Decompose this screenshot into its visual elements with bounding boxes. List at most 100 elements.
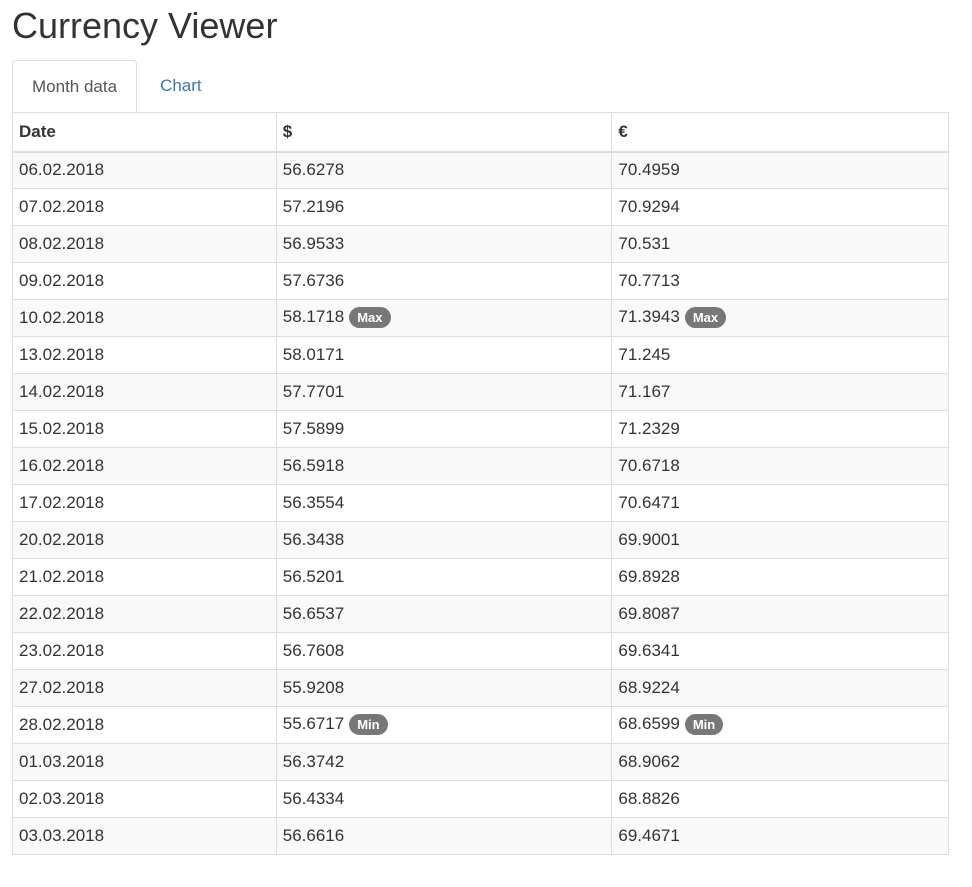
usd-cell: 57.7701 bbox=[275, 373, 613, 411]
table-body: 06.02.2018 56.6278 70.4959 07.02.2018 57.219… bbox=[12, 151, 949, 855]
eur-cell-value: 69.8928 bbox=[618, 567, 680, 586]
eur-cell: 69.8928 bbox=[611, 558, 949, 596]
eur-cell-value: 70.531 bbox=[618, 234, 671, 253]
page-title: Currency Viewer bbox=[12, 5, 278, 46]
eur-cell: 68.9224 bbox=[611, 669, 949, 707]
usd-cell-value: 56.6278 bbox=[282, 160, 345, 180]
usd-cell-value: 56.9533 bbox=[282, 234, 345, 253]
eur-cell: 69.4671 bbox=[611, 817, 949, 855]
usd-cell-value: 57.2196 bbox=[282, 197, 345, 216]
date-cell: 10.02.2018 bbox=[12, 299, 277, 337]
usd-cell: 56.5918 bbox=[275, 447, 613, 485]
eur-cell-value: 68.9224 bbox=[618, 678, 680, 697]
eur-cell: 70.4959 bbox=[611, 151, 949, 189]
eur-cell: 71.3943 Max bbox=[611, 299, 949, 337]
eur-cell: 69.8087 bbox=[611, 595, 949, 633]
eur-cell-value: 71.2329 bbox=[618, 419, 680, 438]
eur-cell: 71.167 bbox=[611, 373, 949, 411]
usd-cell-value: 56.3742 bbox=[282, 752, 345, 771]
usd-cell-value: 56.7608 bbox=[282, 641, 345, 660]
eur-cell: 70.6718 bbox=[611, 447, 949, 485]
usd-cell-value: 56.6616 bbox=[282, 826, 345, 845]
table-row: 08.02.2018 56.9533 70.531 bbox=[12, 225, 949, 263]
currency-viewer-page: Currency Viewer Month data Chart Date $ … bbox=[0, 0, 972, 887]
usd-cell: 56.6537 bbox=[275, 595, 613, 633]
usd-cell: 57.2196 bbox=[275, 188, 613, 226]
usd-cell: 58.0171 bbox=[275, 336, 613, 374]
eur-cell-value: 68.9062 bbox=[618, 752, 680, 771]
tab-month-data[interactable]: Month data bbox=[12, 60, 138, 113]
table-row: 23.02.2018 56.7608 69.6341 bbox=[12, 632, 949, 670]
usd-cell: 57.5899 bbox=[275, 410, 613, 448]
eur-cell-value: 69.8087 bbox=[618, 604, 680, 623]
date-cell: 06.02.2018 bbox=[12, 151, 277, 189]
usd-cell: 58.1718 Max bbox=[275, 299, 613, 337]
usd-cell: 56.9533 bbox=[275, 225, 613, 263]
eur-cell-value: 70.6471 bbox=[618, 493, 680, 512]
extreme-badge: Min bbox=[349, 713, 388, 735]
table-row: 20.02.2018 56.3438 69.9001 bbox=[12, 521, 949, 559]
usd-cell-value: 55.9208 bbox=[282, 678, 345, 697]
column-header-eur: € bbox=[611, 112, 949, 153]
date-cell: 22.02.2018 bbox=[12, 595, 277, 633]
currency-table: Date $ € 06.02.2018 56.6278 70.4959 07.02.2… bbox=[12, 112, 949, 855]
date-cell: 13.02.2018 bbox=[12, 336, 277, 374]
table-header-row: Date $ € bbox=[12, 112, 949, 153]
table-row: 27.02.2018 55.9208 68.9224 bbox=[12, 669, 949, 707]
usd-cell: 56.6616 bbox=[275, 817, 613, 855]
date-cell: 15.02.2018 bbox=[12, 410, 277, 448]
eur-cell: 70.531 bbox=[611, 225, 949, 263]
table-row: 28.02.2018 55.6717 Min 68.6599 Min bbox=[12, 706, 949, 744]
eur-cell-value: 71.3943 bbox=[618, 307, 680, 327]
table-row: 13.02.2018 58.0171 71.245 bbox=[12, 336, 949, 374]
usd-cell: 57.6736 bbox=[275, 262, 613, 300]
table-row: 17.02.2018 56.3554 70.6471 bbox=[12, 484, 949, 522]
date-cell: 08.02.2018 bbox=[12, 225, 277, 263]
eur-cell-value: 70.4959 bbox=[618, 160, 680, 180]
usd-cell-value: 56.5201 bbox=[282, 567, 345, 586]
eur-cell: 68.8826 bbox=[611, 780, 949, 818]
table-row: 03.03.2018 56.6616 69.4671 bbox=[12, 817, 949, 855]
usd-cell: 56.7608 bbox=[275, 632, 613, 670]
usd-cell: 56.3554 bbox=[275, 484, 613, 522]
date-cell: 28.02.2018 bbox=[12, 706, 277, 744]
eur-cell-value: 69.6341 bbox=[618, 641, 680, 660]
date-cell: 02.03.2018 bbox=[12, 780, 277, 818]
eur-cell-value: 68.6599 bbox=[618, 714, 680, 734]
tab-bar: Month data Chart bbox=[12, 60, 949, 113]
usd-cell-value: 57.7701 bbox=[282, 382, 345, 401]
date-cell: 17.02.2018 bbox=[12, 484, 277, 522]
usd-cell-value: 58.1718 bbox=[282, 307, 345, 327]
usd-cell-value: 55.6717 bbox=[282, 714, 345, 734]
column-header-usd: $ bbox=[275, 112, 613, 153]
usd-cell: 56.5201 bbox=[275, 558, 613, 596]
date-cell: 01.03.2018 bbox=[12, 743, 277, 781]
table-row: 22.02.2018 56.6537 69.8087 bbox=[12, 595, 949, 633]
usd-cell: 56.6278 bbox=[275, 151, 613, 189]
extreme-badge: Max bbox=[349, 306, 391, 328]
eur-cell: 69.6341 bbox=[611, 632, 949, 670]
eur-cell: 69.9001 bbox=[611, 521, 949, 559]
usd-cell-value: 57.6736 bbox=[282, 271, 345, 290]
date-cell: 09.02.2018 bbox=[12, 262, 277, 300]
date-cell: 21.02.2018 bbox=[12, 558, 277, 596]
table-row: 07.02.2018 57.2196 70.9294 bbox=[12, 188, 949, 226]
eur-cell-value: 70.7713 bbox=[618, 271, 680, 290]
extreme-badge: Min bbox=[684, 713, 724, 735]
table-row: 10.02.2018 58.1718 Max 71.3943 Max bbox=[12, 299, 949, 337]
eur-cell-value: 69.4671 bbox=[618, 826, 680, 845]
extreme-badge: Max bbox=[684, 306, 727, 328]
usd-cell-value: 57.5899 bbox=[282, 419, 345, 438]
date-cell: 07.02.2018 bbox=[12, 188, 277, 226]
date-cell: 23.02.2018 bbox=[12, 632, 277, 670]
usd-cell: 56.3742 bbox=[275, 743, 613, 781]
eur-cell-value: 70.9294 bbox=[618, 197, 680, 216]
eur-cell-value: 71.167 bbox=[618, 382, 671, 401]
eur-cell-value: 70.6718 bbox=[618, 456, 680, 475]
eur-cell: 68.9062 bbox=[611, 743, 949, 781]
usd-cell: 56.4334 bbox=[275, 780, 613, 818]
tab-chart[interactable]: Chart bbox=[137, 60, 225, 112]
usd-cell-value: 56.4334 bbox=[282, 789, 345, 808]
date-cell: 27.02.2018 bbox=[12, 669, 277, 707]
table-row: 01.03.2018 56.3742 68.9062 bbox=[12, 743, 949, 781]
